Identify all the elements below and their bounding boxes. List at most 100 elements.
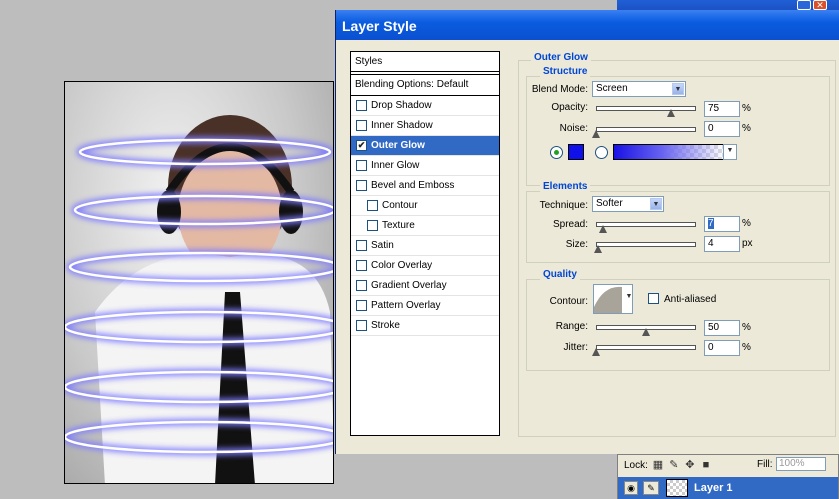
opacity-label: Opacity: bbox=[551, 102, 588, 113]
elements-title: Elements bbox=[540, 181, 591, 192]
size-input[interactable]: 4 bbox=[704, 236, 740, 252]
glow-color-swatch[interactable] bbox=[568, 144, 584, 160]
style-checkbox[interactable] bbox=[356, 280, 367, 291]
style-item-color-overlay[interactable]: Color Overlay bbox=[351, 256, 499, 276]
spread-value: 7 bbox=[708, 218, 714, 229]
jitter-slider[interactable] bbox=[596, 345, 696, 350]
range-slider-thumb[interactable] bbox=[642, 328, 650, 336]
blend-mode-label: Blend Mode: bbox=[531, 84, 588, 95]
size-unit: px bbox=[742, 238, 753, 249]
size-label: Size: bbox=[565, 239, 588, 250]
style-item-contour[interactable]: Contour bbox=[351, 196, 499, 216]
style-checkbox[interactable] bbox=[356, 240, 367, 251]
gradient-picker[interactable] bbox=[613, 144, 725, 160]
chevron-down-icon: ▼ bbox=[650, 198, 662, 210]
style-checkbox[interactable]: ✔ bbox=[356, 140, 367, 151]
lock-move-icon[interactable]: ✥ bbox=[684, 459, 696, 471]
spread-unit: % bbox=[742, 218, 751, 229]
style-item-inner-shadow[interactable]: Inner Shadow bbox=[351, 116, 499, 136]
chevron-down-icon: ▼ bbox=[672, 83, 684, 95]
style-checkbox[interactable] bbox=[356, 120, 367, 131]
spread-slider-thumb[interactable] bbox=[599, 225, 607, 233]
layer-row[interactable]: ◉ ✎ Layer 1 bbox=[618, 477, 838, 499]
noise-slider-thumb[interactable] bbox=[592, 130, 600, 138]
size-slider-thumb[interactable] bbox=[594, 245, 602, 253]
eye-icon[interactable]: ◉ bbox=[624, 481, 638, 495]
gradient-dropdown[interactable]: ▼ bbox=[723, 144, 737, 160]
style-item-satin[interactable]: Satin bbox=[351, 236, 499, 256]
noise-unit: % bbox=[742, 123, 751, 134]
style-item-pattern-overlay[interactable]: Pattern Overlay bbox=[351, 296, 499, 316]
style-item-label: Inner Shadow bbox=[371, 120, 433, 131]
technique-select[interactable]: Softer ▼ bbox=[592, 196, 664, 212]
style-item-inner-glow[interactable]: Inner Glow bbox=[351, 156, 499, 176]
style-item-label: Stroke bbox=[371, 320, 400, 331]
style-item-drop-shadow[interactable]: Drop Shadow bbox=[351, 96, 499, 116]
noise-slider[interactable] bbox=[596, 127, 696, 132]
opacity-slider-thumb[interactable] bbox=[667, 109, 675, 117]
noise-label: Noise: bbox=[559, 123, 588, 134]
style-checkbox[interactable] bbox=[356, 180, 367, 191]
glow-rings-image bbox=[65, 115, 333, 483]
brush-icon[interactable]: ✎ bbox=[643, 481, 659, 495]
lock-transparency-icon[interactable]: ▦ bbox=[652, 459, 664, 471]
fill-input[interactable]: 100% bbox=[776, 457, 826, 471]
style-item-label: Contour bbox=[382, 200, 418, 211]
jitter-label: Jitter: bbox=[563, 342, 588, 353]
anti-aliased-checkbox[interactable] bbox=[648, 293, 659, 304]
lock-brush-icon[interactable]: ✎ bbox=[668, 459, 680, 471]
style-item-outer-glow[interactable]: ✔ Outer Glow bbox=[351, 136, 499, 156]
quality-title: Quality bbox=[540, 269, 580, 280]
blend-mode-value: Screen bbox=[596, 83, 628, 94]
layer-thumbnail bbox=[666, 479, 688, 497]
style-checkbox[interactable] bbox=[356, 320, 367, 331]
contour-dropdown[interactable]: ▼ bbox=[621, 291, 635, 307]
style-item-gradient-overlay[interactable]: Gradient Overlay bbox=[351, 276, 499, 296]
style-item-label: Satin bbox=[371, 240, 394, 251]
minimize-icon[interactable]: _ bbox=[797, 0, 811, 10]
anti-aliased-label: Anti-aliased bbox=[664, 294, 717, 305]
fill-label: Fill: bbox=[757, 459, 773, 470]
style-item-label: Pattern Overlay bbox=[371, 300, 441, 311]
style-item-stroke[interactable]: Stroke bbox=[351, 316, 499, 336]
solid-color-radio[interactable] bbox=[550, 146, 563, 159]
lock-label: Lock: bbox=[624, 459, 648, 471]
spread-label: Spread: bbox=[552, 219, 588, 230]
range-unit: % bbox=[742, 322, 751, 333]
blend-mode-select[interactable]: Screen ▼ bbox=[592, 81, 686, 97]
style-item-label: Inner Glow bbox=[371, 160, 420, 171]
lock-row: Lock: ▦ ✎ ✥ ■ bbox=[624, 459, 712, 471]
jitter-unit: % bbox=[742, 342, 751, 353]
style-checkbox[interactable] bbox=[356, 260, 367, 271]
structure-title: Structure bbox=[540, 66, 591, 77]
jitter-input[interactable]: 0 bbox=[704, 340, 740, 356]
lock-all-icon[interactable]: ■ bbox=[700, 459, 712, 471]
noise-input[interactable]: 0 bbox=[704, 121, 740, 137]
opacity-slider[interactable] bbox=[596, 106, 696, 111]
layer-name: Layer 1 bbox=[694, 482, 733, 494]
opacity-unit: % bbox=[742, 103, 751, 114]
style-checkbox[interactable] bbox=[356, 160, 367, 171]
style-checkbox[interactable] bbox=[367, 200, 378, 211]
opacity-input[interactable]: 75 bbox=[704, 101, 740, 117]
contour-label: Contour: bbox=[549, 296, 588, 307]
style-item-label: Bevel and Emboss bbox=[371, 180, 455, 191]
spread-input[interactable]: 7 bbox=[704, 216, 740, 232]
style-checkbox[interactable] bbox=[356, 100, 367, 111]
blending-options-item[interactable]: Blending Options: Default bbox=[351, 74, 499, 96]
jitter-slider-thumb[interactable] bbox=[592, 348, 600, 356]
range-input[interactable]: 50 bbox=[704, 320, 740, 336]
styles-header[interactable]: Styles bbox=[351, 52, 499, 72]
layer-style-dialog: Layer Style Styles Blending Options: Def… bbox=[335, 10, 839, 454]
style-item-label: Outer Glow bbox=[371, 140, 425, 151]
style-item-texture[interactable]: Texture bbox=[351, 216, 499, 236]
style-checkbox[interactable] bbox=[356, 300, 367, 311]
style-item-label: Gradient Overlay bbox=[371, 280, 447, 291]
close-icon[interactable]: ✕ bbox=[813, 0, 827, 10]
gradient-radio[interactable] bbox=[595, 146, 608, 159]
dialog-title: Layer Style bbox=[336, 10, 839, 40]
size-slider[interactable] bbox=[596, 242, 696, 247]
style-item-bevel-and-emboss[interactable]: Bevel and Emboss bbox=[351, 176, 499, 196]
spread-slider[interactable] bbox=[596, 222, 696, 227]
style-checkbox[interactable] bbox=[367, 220, 378, 231]
